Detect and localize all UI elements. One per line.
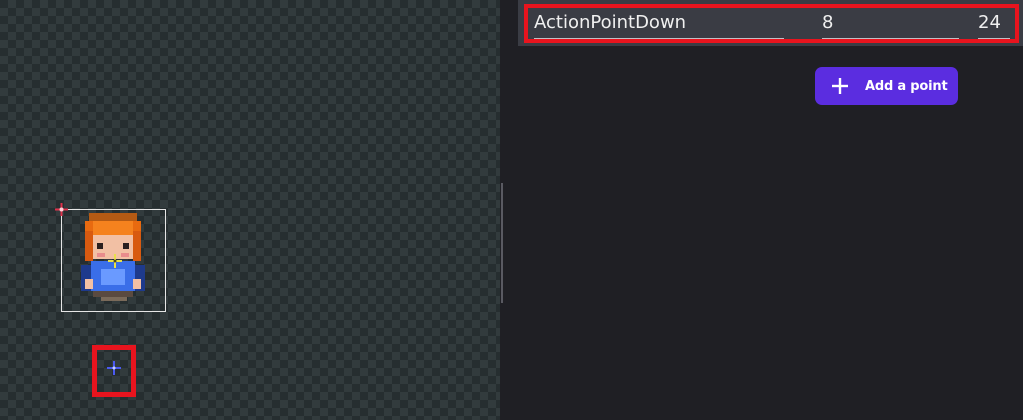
row-highlight-box xyxy=(524,4,1019,43)
resize-handle[interactable] xyxy=(501,183,503,303)
plus-icon xyxy=(832,78,848,94)
origin-point-icon[interactable] xyxy=(55,203,68,216)
center-point-icon[interactable] xyxy=(108,254,122,268)
point-highlight-box xyxy=(92,345,136,397)
add-point-button[interactable]: Add a point xyxy=(815,67,958,105)
points-editor: ActionPointDown 8 24 Add a point xyxy=(0,0,1023,420)
points-panel: ActionPointDown 8 24 xyxy=(505,0,1023,420)
add-point-label: Add a point xyxy=(865,78,948,94)
sprite-canvas[interactable] xyxy=(0,0,500,420)
